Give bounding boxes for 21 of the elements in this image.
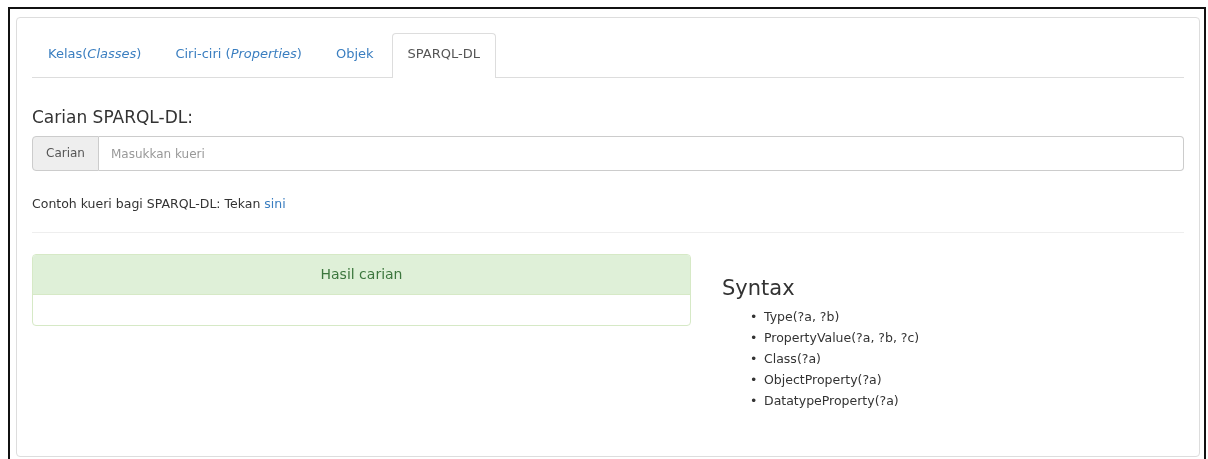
syntax-item: PropertyValue(?a, ?b, ?c) [764, 329, 920, 347]
example-text: Contoh kueri bagi SPARQL-DL: Tekan sini [32, 196, 287, 211]
query-input-field[interactable]: Masukkan kueri [98, 136, 1184, 171]
syntax-heading: Syntax [722, 276, 796, 300]
tab[interactable]: SPARQL-DL [391, 33, 496, 78]
bullet-mark: • [750, 329, 759, 347]
syntax-item: Type(?a, ?b) [764, 308, 840, 326]
panel-title: Hasil carian [33, 255, 690, 295]
bullet-mark: • [750, 350, 759, 368]
search-heading: Carian SPARQL-DL: [32, 107, 194, 127]
example-link[interactable]: sini [264, 196, 286, 211]
tab[interactable]: Kelas(Classes) [32, 33, 158, 77]
search-addon: Carian [32, 136, 99, 171]
syntax-item: ObjectProperty(?a) [764, 371, 882, 389]
syntax-item: Class(?a) [764, 350, 821, 368]
syntax-item: DatatypeProperty(?a) [764, 392, 899, 410]
bullet-mark: • [750, 371, 759, 389]
tab[interactable]: Ciri-ciri (Properties) [159, 33, 318, 77]
bullet-mark: • [750, 392, 759, 410]
bullet-mark: • [750, 308, 759, 326]
tab[interactable]: Objek [319, 33, 390, 77]
